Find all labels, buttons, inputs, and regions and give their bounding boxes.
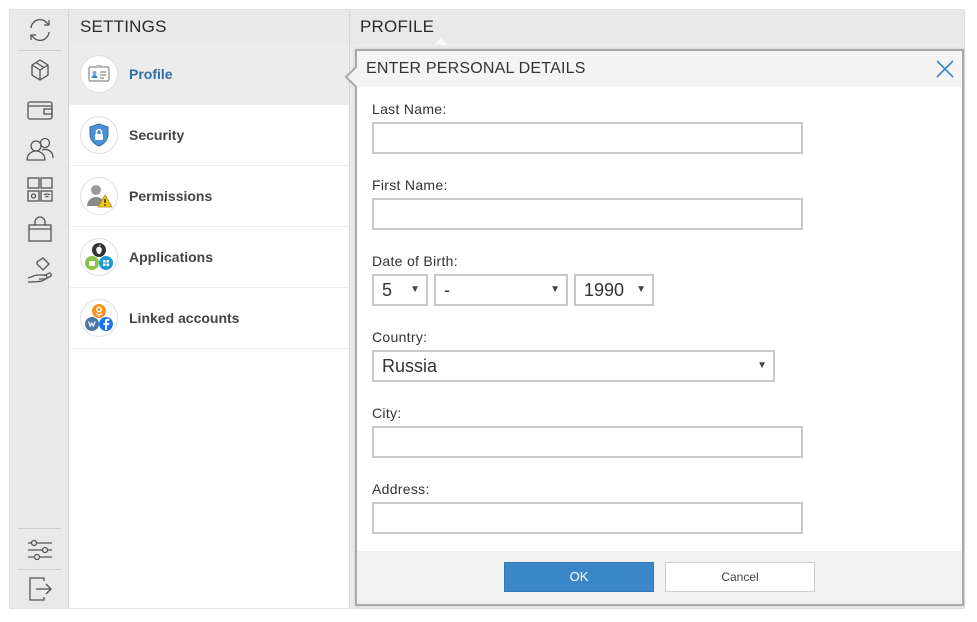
id-card-icon xyxy=(80,55,118,93)
menu-item-label: Permissions xyxy=(129,188,213,204)
menu-item-label: Security xyxy=(129,127,185,143)
logout-icon[interactable] xyxy=(10,569,69,609)
menu-item-label: Applications xyxy=(129,249,214,265)
close-icon xyxy=(936,60,954,78)
close-button[interactable] xyxy=(933,57,957,81)
dialog-footer: OK Cancel xyxy=(357,551,962,604)
city-label: City: xyxy=(372,405,402,421)
icon-rail xyxy=(10,10,69,608)
chevron-down-icon: ▼ xyxy=(550,284,560,295)
dob-label: Date of Birth: xyxy=(372,253,458,269)
wallet-icon[interactable] xyxy=(10,90,69,130)
dob-day-value: 5 xyxy=(382,280,393,300)
country-select[interactable]: Russia ▼ xyxy=(372,350,775,382)
menu-item-profile[interactable]: Profile xyxy=(69,44,349,105)
menu-item-label: Linked accounts xyxy=(129,310,240,326)
dob-day-select[interactable]: 5 ▼ xyxy=(372,274,428,306)
city-input[interactable] xyxy=(372,426,803,458)
last-name-label: Last Name: xyxy=(372,101,447,117)
country-label: Country: xyxy=(372,329,428,345)
chevron-down-icon: ▼ xyxy=(757,360,767,371)
personal-details-dialog: ENTER PERSONAL DETAILS Last Name: First … xyxy=(344,49,964,606)
menu-item-permissions[interactable]: Permissions xyxy=(69,166,349,227)
dob-month-value: - xyxy=(444,280,450,300)
user-warning-icon xyxy=(80,177,118,215)
sliders-icon[interactable] xyxy=(10,530,69,570)
box-icon[interactable] xyxy=(10,50,69,90)
dialog-title: ENTER PERSONAL DETAILS xyxy=(366,60,586,77)
country-value: Russia xyxy=(382,356,438,376)
dob-month-select[interactable]: - ▼ xyxy=(434,274,568,306)
last-name-input[interactable] xyxy=(372,122,803,154)
dob-year-select[interactable]: 1990 ▼ xyxy=(574,274,654,306)
app-frame: SETTINGS Profile Security Permissions Ap… xyxy=(9,9,965,609)
address-label: Address: xyxy=(372,481,430,497)
menu-item-linked-accounts[interactable]: Linked accounts xyxy=(69,288,349,349)
first-name-input[interactable] xyxy=(372,198,803,230)
refresh-icon[interactable] xyxy=(10,10,69,50)
chevron-down-icon: ▼ xyxy=(410,284,420,295)
first-name-label: First Name: xyxy=(372,177,448,193)
app-platforms-icon xyxy=(80,238,118,276)
menu-item-security[interactable]: Security xyxy=(69,105,349,166)
cancel-button[interactable]: Cancel xyxy=(665,562,815,592)
profile-panel: PROFILE ENTER PERSONAL DETAILS Last Name… xyxy=(344,10,964,608)
devices-icon[interactable] xyxy=(10,170,69,210)
hand-money-icon[interactable] xyxy=(10,250,69,290)
menu-item-label: Profile xyxy=(129,66,173,82)
users-icon[interactable] xyxy=(10,130,69,170)
dialog-header: ENTER PERSONAL DETAILS xyxy=(357,51,962,87)
rail-divider xyxy=(18,528,61,529)
shield-lock-icon xyxy=(80,116,118,154)
ok-button[interactable]: OK xyxy=(504,562,654,592)
profile-notch xyxy=(434,38,448,45)
menu-item-applications[interactable]: Applications xyxy=(69,227,349,288)
settings-title: SETTINGS xyxy=(69,10,349,44)
chevron-down-icon: ▼ xyxy=(636,284,646,295)
social-networks-icon xyxy=(80,299,118,337)
settings-panel: SETTINGS Profile Security Permissions Ap… xyxy=(69,10,350,608)
address-input[interactable] xyxy=(372,502,803,534)
shop-bag-icon[interactable] xyxy=(10,210,69,250)
dob-year-value: 1990 xyxy=(584,280,625,300)
